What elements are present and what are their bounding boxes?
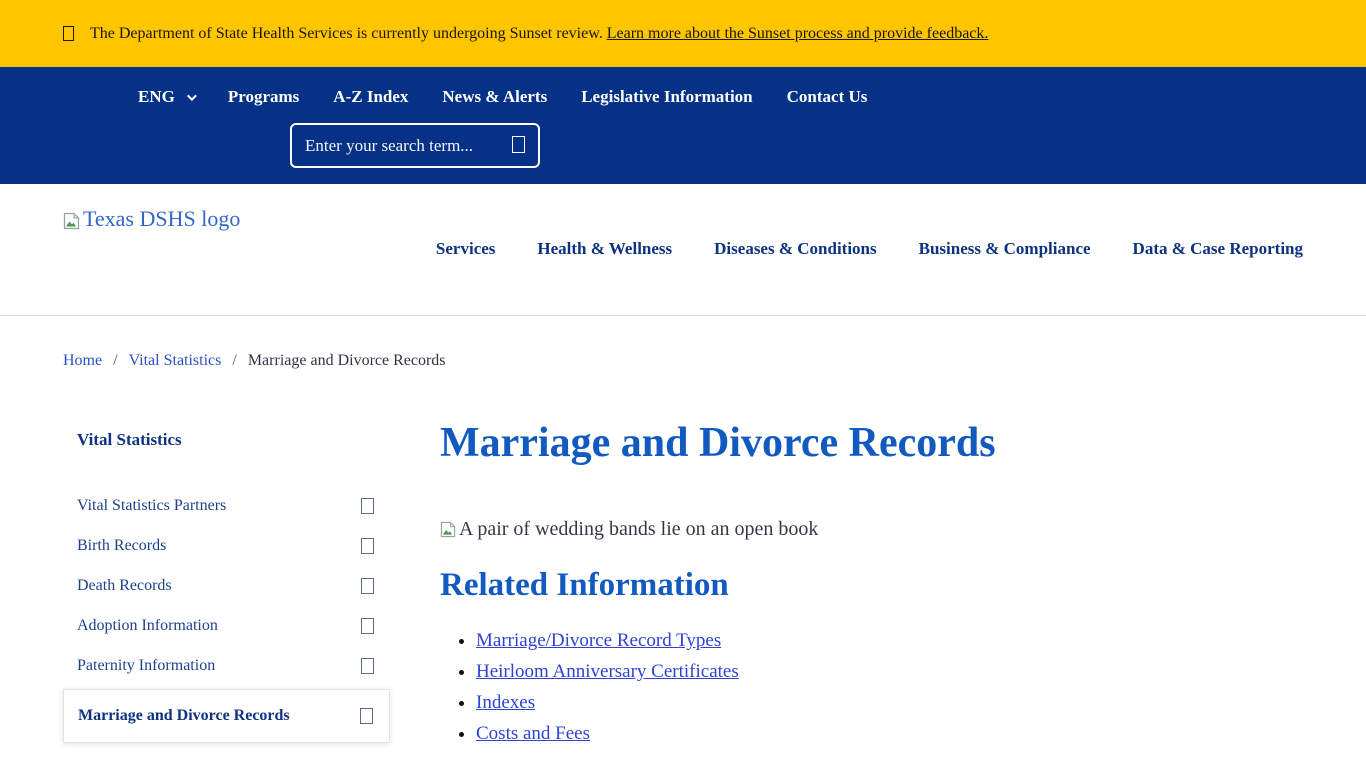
broken-image-icon xyxy=(63,212,80,230)
link-heirloom-anniversary-certificates[interactable]: Heirloom Anniversary Certificates xyxy=(476,661,739,682)
utility-nav-programs[interactable]: Programs xyxy=(228,87,299,107)
main-nav-data-case-reporting[interactable]: Data & Case Reporting xyxy=(1133,239,1303,259)
list-item: Indexes xyxy=(476,692,1303,714)
main-nav: Services Health & Wellness Diseases & Co… xyxy=(436,239,1303,259)
utility-nav-news-alerts[interactable]: News & Alerts xyxy=(442,87,547,107)
utility-nav-az-index[interactable]: A-Z Index xyxy=(333,87,408,107)
search-row xyxy=(290,123,1303,168)
list-item: Costs and Fees xyxy=(476,723,1303,745)
utility-nav-legislative-information[interactable]: Legislative Information xyxy=(581,87,752,107)
sidebar-list: Vital Statistics Partners Birth Records … xyxy=(63,486,390,743)
language-selector[interactable]: ENG xyxy=(138,87,194,107)
related-information-title: Related Information xyxy=(440,567,1303,604)
sidebar: Vital Statistics Vital Statistics Partne… xyxy=(63,420,390,743)
sidebar-item-label[interactable]: Paternity Information xyxy=(77,657,215,675)
sidebar-item-marriage-divorce-records[interactable]: Marriage and Divorce Records xyxy=(63,689,390,743)
sidebar-item-birth-records[interactable]: Birth Records xyxy=(63,526,390,566)
main-nav-health-wellness[interactable]: Health & Wellness xyxy=(537,239,672,259)
search-button[interactable] xyxy=(512,136,525,156)
link-costs-and-fees[interactable]: Costs and Fees xyxy=(476,723,590,744)
utility-nav: ENG Programs A-Z Index News & Alerts Leg… xyxy=(63,67,1303,107)
sidebar-item-label[interactable]: Birth Records xyxy=(77,537,166,555)
utility-nav-contact-us[interactable]: Contact Us xyxy=(787,87,868,107)
alert-text: The Department of State Health Services … xyxy=(90,25,988,43)
breadcrumb-home[interactable]: Home xyxy=(63,352,102,370)
list-item: Marriage/Divorce Record Types xyxy=(476,630,1303,652)
sidebar-item-label[interactable]: Marriage and Divorce Records xyxy=(78,707,290,725)
sidebar-item-death-records[interactable]: Death Records xyxy=(63,566,390,606)
site-header: Texas DSHS logo Services Health & Wellne… xyxy=(0,184,1366,316)
broken-image-icon xyxy=(440,521,456,538)
sidebar-title: Vital Statistics xyxy=(63,420,390,450)
warning-icon xyxy=(63,26,74,41)
breadcrumb-current-page: Marriage and Divorce Records xyxy=(248,352,446,370)
page-title: Marriage and Divorce Records xyxy=(440,420,1303,466)
main-column: Marriage and Divorce Records A pair of w… xyxy=(440,420,1303,754)
logo-alt-text: Texas DSHS logo xyxy=(83,206,240,232)
sidebar-item-paternity-information[interactable]: Paternity Information xyxy=(63,646,390,686)
search-box xyxy=(290,123,540,168)
chevron-right-icon xyxy=(361,498,374,514)
breadcrumb-separator: / xyxy=(232,352,236,370)
chevron-right-icon xyxy=(361,538,374,554)
site-logo-link[interactable]: Texas DSHS logo xyxy=(63,206,240,232)
link-indexes[interactable]: Indexes xyxy=(476,692,535,713)
search-input[interactable] xyxy=(305,136,506,156)
chevron-right-icon xyxy=(361,578,374,594)
sidebar-item-label[interactable]: Vital Statistics Partners xyxy=(77,497,226,515)
content-area: Vital Statistics Vital Statistics Partne… xyxy=(0,420,1366,754)
list-item: Heirloom Anniversary Certificates xyxy=(476,661,1303,683)
breadcrumb: Home / Vital Statistics / Marriage and D… xyxy=(0,316,1366,370)
alert-banner: The Department of State Health Services … xyxy=(0,0,1366,67)
hero-image-broken: A pair of wedding bands lie on an open b… xyxy=(440,518,1303,541)
hero-image-alt-text: A pair of wedding bands lie on an open b… xyxy=(459,518,818,541)
sunset-feedback-link[interactable]: Learn more about the Sunset process and … xyxy=(607,25,989,42)
breadcrumb-vital-statistics[interactable]: Vital Statistics xyxy=(129,352,222,370)
sidebar-item-label[interactable]: Death Records xyxy=(77,577,172,595)
main-nav-diseases-conditions[interactable]: Diseases & Conditions xyxy=(714,239,876,259)
search-icon xyxy=(512,136,525,153)
chevron-right-icon xyxy=(360,708,373,724)
utility-bar: ENG Programs A-Z Index News & Alerts Leg… xyxy=(0,67,1366,184)
breadcrumb-separator: / xyxy=(113,352,117,370)
main-nav-services[interactable]: Services xyxy=(436,239,495,259)
chevron-right-icon xyxy=(361,658,374,674)
link-marriage-divorce-record-types[interactable]: Marriage/Divorce Record Types xyxy=(476,630,721,651)
sidebar-item-label[interactable]: Adoption Information xyxy=(77,617,218,635)
chevron-right-icon xyxy=(361,618,374,634)
chevron-down-icon xyxy=(187,91,197,101)
language-label: ENG xyxy=(138,87,175,107)
alert-message: The Department of State Health Services … xyxy=(90,25,603,42)
sidebar-item-vital-statistics-partners[interactable]: Vital Statistics Partners xyxy=(63,486,390,526)
sidebar-item-adoption-information[interactable]: Adoption Information xyxy=(63,606,390,646)
main-nav-business-compliance[interactable]: Business & Compliance xyxy=(919,239,1091,259)
related-links-list: Marriage/Divorce Record Types Heirloom A… xyxy=(440,630,1303,745)
